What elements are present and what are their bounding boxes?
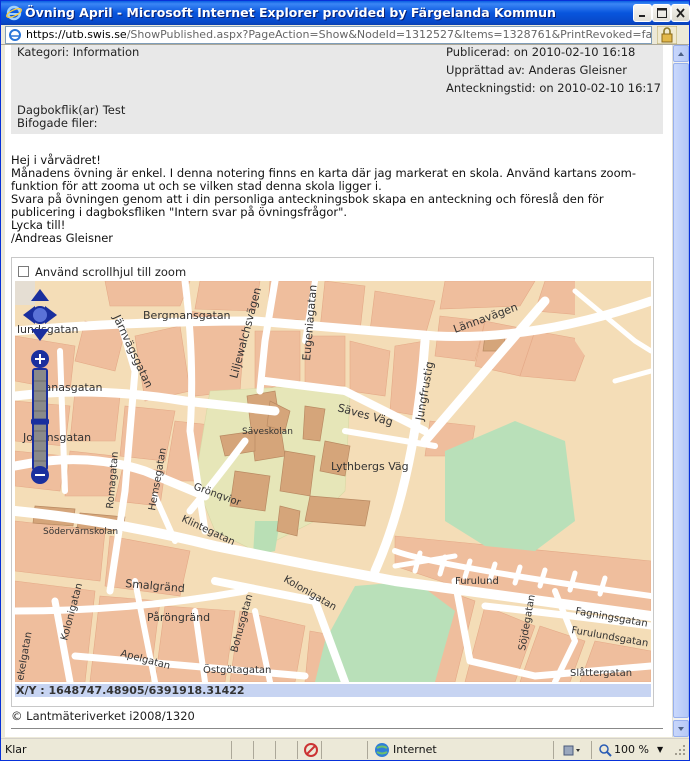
minimize-button[interactable] — [633, 4, 652, 22]
close-icon — [676, 8, 685, 18]
scroll-up-button[interactable] — [673, 45, 689, 62]
map-label: Påröngränd — [147, 611, 210, 624]
map-label: Östgötagatan — [203, 663, 271, 676]
map-label: Säveskolan — [242, 427, 293, 437]
zoom-slider-handle[interactable] — [31, 418, 49, 425]
map-canvas[interactable]: Bergmansgatan Lännavägen lundsgatan Järn… — [15, 281, 651, 682]
body-line: publicering i dagboksfliken "Intern svar… — [11, 205, 348, 219]
created-by-text: Upprättad av: Anderas Gleisner — [446, 63, 627, 77]
url-path: /ShowPublished.aspx?PageAction=Show&Node… — [126, 28, 651, 41]
status-cell — [275, 741, 297, 759]
zoom-in-button[interactable] — [31, 350, 49, 368]
map-navigation — [23, 289, 57, 484]
scroll-thumb[interactable] — [673, 63, 689, 718]
note-time-text: Anteckningstid: on 2010-02-10 16:17 — [446, 81, 661, 95]
map-label: Södervärnskolan — [43, 527, 118, 537]
status-cell — [253, 741, 275, 759]
resize-grip-icon[interactable] — [673, 743, 687, 757]
address-bar: https://utb.swis.se/ShowPublished.aspx?P… — [1, 25, 689, 45]
note-header: Kategori: Information Publicerad: on 201… — [11, 45, 663, 134]
map-label: Slåttergatan — [570, 666, 632, 679]
page-icon — [9, 29, 21, 41]
map-panel: Använd scrollhjul till zoom Bergmansgata… — [11, 257, 654, 707]
chevron-up-icon — [678, 52, 684, 56]
popup-blocker-icon[interactable] — [303, 742, 319, 758]
status-bar: Klar Internet 100 % ▼ — [1, 738, 689, 760]
coordinate-readout: X/Y : 1648747.48905/6391918.31422 — [15, 684, 651, 697]
close-button[interactable] — [671, 4, 690, 22]
status-cell — [321, 741, 367, 759]
dropdown-arrow-icon[interactable]: ▼ — [657, 745, 663, 754]
status-text: Klar — [5, 743, 27, 756]
minimize-icon — [639, 15, 645, 17]
ie-logo-icon — [6, 5, 22, 21]
zone-label: Internet — [393, 743, 437, 756]
protected-mode-icon[interactable] — [561, 742, 583, 758]
map-copyright: © Lantmäteriverket i2008/1320 — [11, 709, 195, 723]
maximize-icon — [657, 8, 667, 18]
scroll-down-button[interactable] — [673, 720, 689, 737]
zoom-level[interactable]: 100 % — [614, 743, 649, 756]
scroll-zoom-checkbox[interactable] — [18, 266, 29, 277]
pan-up-button[interactable] — [31, 289, 49, 301]
title-bar[interactable]: Övning April - Microsoft Internet Explor… — [1, 1, 690, 25]
url-text: https://utb.swis.se/ShowPublished.aspx?P… — [26, 28, 651, 41]
map-label: Lythbergs Väg — [331, 460, 409, 473]
globe-icon — [375, 743, 389, 757]
window-title: Övning April - Microsoft Internet Explor… — [25, 5, 556, 20]
category-text: Kategori: Information — [17, 45, 140, 59]
zoom-out-button[interactable] — [31, 466, 49, 484]
maximize-button[interactable] — [652, 4, 671, 22]
vertical-scrollbar[interactable] — [672, 45, 689, 737]
chevron-down-icon — [678, 727, 684, 731]
url-host: https://utb.swis.se — [26, 28, 127, 41]
map-graphic: Bergmansgatan Lännavägen lundsgatan Järn… — [15, 281, 651, 682]
divider — [11, 728, 663, 729]
published-text: Publicerad: on 2010-02-10 16:18 — [446, 45, 636, 59]
scroll-zoom-label[interactable]: Använd scrollhjul till zoom — [35, 265, 186, 279]
note-body: Hej i vårvädret! Månadens övning är enke… — [11, 154, 661, 245]
magnifier-icon — [599, 744, 612, 757]
map-label: Bergmansgatan — [143, 309, 231, 322]
address-field[interactable]: https://utb.swis.se/ShowPublished.aspx?P… — [5, 26, 652, 44]
body-line: /Andreas Gleisner — [11, 231, 114, 245]
diary-tabs-text: Dagbokflik(ar) Test — [17, 103, 126, 117]
browser-window: Övning April - Microsoft Internet Explor… — [0, 0, 690, 761]
map-label: Furulund — [455, 576, 499, 587]
page-viewport: Kategori: Information Publicerad: on 201… — [5, 45, 672, 737]
pan-down-button[interactable] — [31, 329, 49, 341]
attachments-text: Bifogade filer: — [17, 116, 98, 130]
lock-icon[interactable] — [657, 26, 677, 44]
status-cell — [231, 741, 253, 759]
